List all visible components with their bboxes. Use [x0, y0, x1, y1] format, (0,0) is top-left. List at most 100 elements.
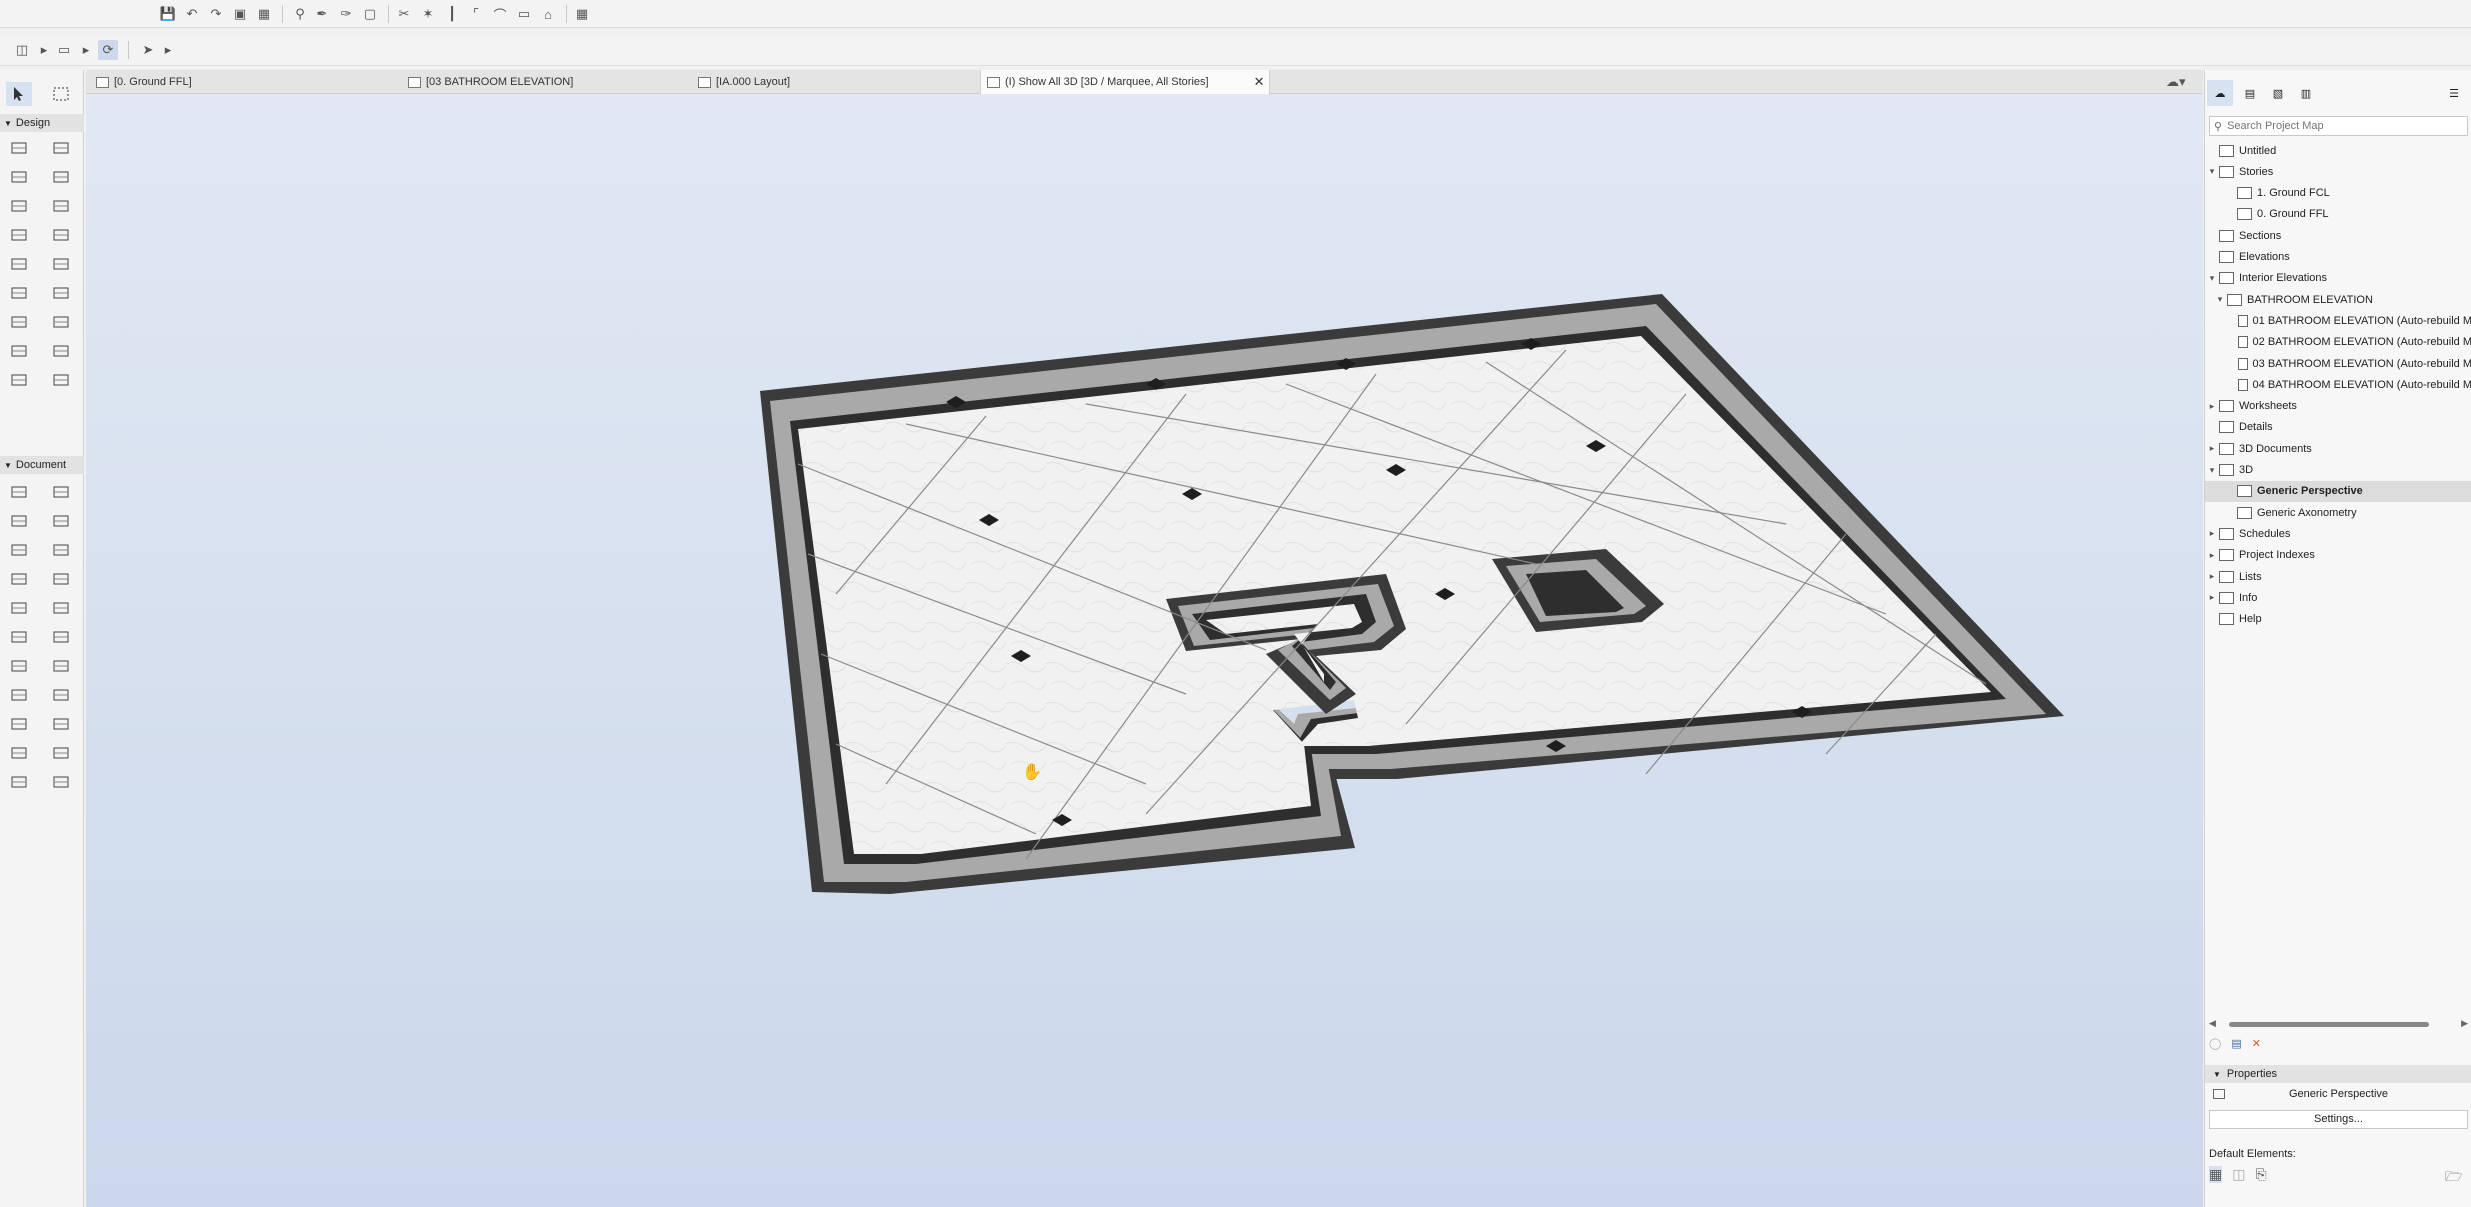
menu-icon[interactable]: ☰	[2441, 80, 2467, 106]
grid-snap-icon[interactable]: ▦	[572, 4, 592, 24]
tree-item[interactable]: 0. Ground FFL	[2205, 204, 2471, 225]
pen-set-icon[interactable]: ▭	[54, 40, 74, 60]
sun-tool-icon[interactable]	[48, 770, 74, 794]
fillet-icon[interactable]: ⌒	[490, 4, 510, 24]
folder-icon[interactable]: 🗁	[2445, 1166, 2462, 1190]
morph-tool-icon[interactable]	[48, 339, 74, 363]
dimension-tool-icon[interactable]	[6, 480, 32, 504]
arc-tool-icon[interactable]	[6, 625, 32, 649]
column-tool-icon[interactable]	[48, 136, 74, 160]
3d-view-icon[interactable]: ▣	[230, 4, 250, 24]
close-icon[interactable]: ✕	[1254, 74, 1265, 90]
expand-caret-icon[interactable]: ▸	[2207, 401, 2217, 412]
tree-item[interactable]: ▸ Lists	[2205, 566, 2471, 587]
roof-tool-icon[interactable]	[6, 223, 32, 247]
beam-tool-icon[interactable]	[6, 165, 32, 189]
orbit-icon[interactable]: ⟳	[98, 40, 118, 60]
expand-caret-icon[interactable]: ▸	[2207, 443, 2217, 454]
expand-caret-icon[interactable]: ▾	[2215, 294, 2225, 305]
railing-tool-icon[interactable]	[48, 252, 74, 276]
text-icon[interactable]: ⎘	[2255, 1166, 2266, 1183]
skylight-tool-icon[interactable]	[48, 281, 74, 305]
tree-item[interactable]: ▸ Schedules	[2205, 523, 2471, 544]
expand-caret-icon[interactable]: ▾	[2207, 465, 2217, 476]
text-tool-icon[interactable]	[48, 538, 74, 562]
layer-icon[interactable]: ▢	[360, 4, 380, 24]
teamwork-icon[interactable]: ▦	[254, 4, 274, 24]
change-tool-icon[interactable]	[48, 741, 74, 765]
tab-bathroom-elevation[interactable]: [03 BATHROOM ELEVATION]	[402, 70, 692, 94]
cloud-icon[interactable]: ☁▾	[2166, 74, 2186, 90]
dropdown-arrow-icon[interactable]: ▸	[158, 40, 178, 60]
new-view-icon[interactable]: ◯	[2209, 1037, 2221, 1057]
search-input[interactable]	[2227, 120, 2448, 132]
spline-tool-icon[interactable]	[48, 625, 74, 649]
expand-caret-icon[interactable]: ▾	[2207, 166, 2217, 177]
layer-combination-icon[interactable]: ◫	[12, 40, 32, 60]
scissors-icon[interactable]: ✂	[394, 4, 414, 24]
fill-tool-icon[interactable]	[48, 567, 74, 591]
tab-layout[interactable]: [IA.000 Layout]	[692, 70, 980, 94]
magic-wand-icon[interactable]: ✶	[418, 4, 438, 24]
tree-item[interactable]: ▾ Interior Elevations	[2205, 268, 2471, 289]
pick-up-icon[interactable]: ✒	[312, 4, 332, 24]
scroll-right-icon[interactable]: ▶	[2461, 1018, 2468, 1029]
mesh-tool-icon[interactable]	[6, 339, 32, 363]
intersect-icon[interactable]: ⌜	[466, 4, 486, 24]
tree-item[interactable]: Generic Perspective	[2205, 480, 2471, 502]
tree-item[interactable]: Untitled	[2205, 140, 2471, 161]
delete-icon[interactable]: ✕	[2252, 1037, 2261, 1057]
wall-tool-icon[interactable]	[6, 136, 32, 160]
slab-tool-icon[interactable]	[48, 194, 74, 218]
tab-ground-ffl[interactable]: [0. Ground FFL]	[90, 70, 390, 94]
settings-button[interactable]: Settings...	[2209, 1110, 2468, 1129]
angle-dim-tool-icon[interactable]	[48, 509, 74, 533]
tree-item[interactable]: 1. Ground FCL	[2205, 183, 2471, 204]
tree-item[interactable]: 01 BATHROOM ELEVATION (Auto-rebuild M	[2205, 310, 2471, 331]
dropdown-arrow-icon[interactable]: ▸	[76, 40, 96, 60]
linear-dim-tool-icon[interactable]	[48, 480, 74, 504]
opening-tool-icon[interactable]	[48, 368, 74, 392]
dropdown-arrow-icon[interactable]: ▸	[34, 40, 54, 60]
tree-item[interactable]: Elevations	[2205, 247, 2471, 268]
find-select-icon[interactable]: ⚲	[290, 4, 310, 24]
curtain-wall-tool-icon[interactable]	[6, 281, 32, 305]
elevation-tool-icon[interactable]	[48, 683, 74, 707]
camera-tool-icon[interactable]	[6, 770, 32, 794]
element-icon[interactable]: ◫	[2232, 1166, 2245, 1183]
expand-caret-icon[interactable]: ▾	[2207, 273, 2217, 284]
clone-view-icon[interactable]: ▤	[2231, 1037, 2241, 1057]
tree-item[interactable]: 03 BATHROOM ELEVATION (Auto-rebuild M	[2205, 353, 2471, 374]
figure-tool-icon[interactable]	[48, 654, 74, 678]
expand-caret-icon[interactable]: ▸	[2207, 550, 2217, 561]
roof-icon[interactable]: ⌂	[538, 4, 558, 24]
worksheet-tool-icon[interactable]	[48, 712, 74, 736]
level-dim-tool-icon[interactable]	[6, 509, 32, 533]
tab-3d-view[interactable]: (I) Show All 3D [3D / Marquee, All Stori…	[980, 70, 1270, 94]
tree-item[interactable]: ▸ Worksheets	[2205, 396, 2471, 417]
window-tool-icon[interactable]	[48, 165, 74, 189]
tree-item[interactable]: 02 BATHROOM ELEVATION (Auto-rebuild M	[2205, 332, 2471, 353]
grid-icon[interactable]: ▦	[2209, 1166, 2223, 1183]
door-tool-icon[interactable]	[6, 194, 32, 218]
document-section-header[interactable]: ▼ Document	[0, 456, 84, 474]
shell-tool-icon[interactable]	[48, 223, 74, 247]
trim-icon[interactable]: ┃	[442, 4, 462, 24]
arrow-select-icon[interactable]: ➤	[138, 40, 158, 60]
tree-item[interactable]: ▾ Stories	[2205, 161, 2471, 182]
tree-item[interactable]: ▸ Project Indexes	[2205, 545, 2471, 566]
expand-caret-icon[interactable]: ▸	[2207, 528, 2217, 539]
layout-book-icon[interactable]: ▧	[2265, 80, 2291, 106]
marquee-tool-icon[interactable]	[48, 82, 74, 106]
lamp-tool-icon[interactable]	[48, 310, 74, 334]
detail-tool-icon[interactable]	[6, 741, 32, 765]
tree-item[interactable]: 04 BATHROOM ELEVATION (Auto-rebuild M	[2205, 374, 2471, 395]
expand-caret-icon[interactable]: ▸	[2207, 592, 2217, 603]
project-map-icon[interactable]: ☁	[2207, 80, 2233, 106]
expand-caret-icon[interactable]: ▸	[2207, 571, 2217, 582]
circle-tool-icon[interactable]	[48, 596, 74, 620]
arrow-tool-icon[interactable]	[6, 82, 32, 106]
design-section-header[interactable]: ▼ Design	[0, 114, 84, 132]
radial-dim-tool-icon[interactable]	[6, 538, 32, 562]
save-icon[interactable]: 💾	[158, 4, 178, 24]
